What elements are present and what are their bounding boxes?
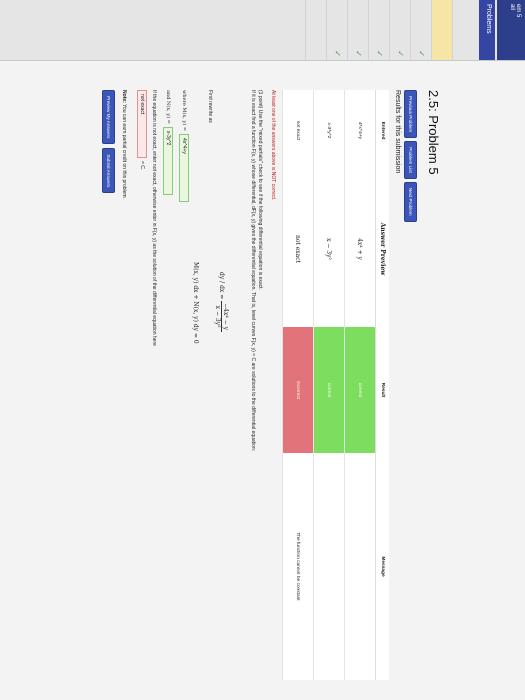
m-answer-row: where M(x, y) = 4x^4+y	[179, 90, 189, 203]
sidebar-item[interactable]: ✓	[389, 0, 410, 60]
preview-cell: not exact	[282, 171, 314, 327]
entered-cell: not exact	[282, 90, 314, 171]
webwork-page: em 5 ail Problems ✓ ✓ ✓ ✓ ✓ 2.5: Problem…	[0, 0, 525, 700]
result-correct: correct	[344, 327, 376, 453]
submit-answers-button[interactable]: Submit Answers	[102, 148, 115, 194]
equals-c: = C.	[139, 161, 145, 171]
f-answer-row: not exact = C.	[137, 90, 147, 170]
results-heading: Results for this submission	[394, 90, 401, 174]
sidebar-problems-heading: Problems	[479, 0, 495, 60]
n-answer-input[interactable]: x-3y^2	[163, 126, 173, 195]
check-icon: ✓	[417, 50, 426, 57]
warning-text: At least one of the answers above is NOT…	[270, 90, 276, 201]
exact-instructions: If the equation is not exact, enter not …	[151, 90, 157, 346]
entered-cell: x-3*y^2	[313, 90, 345, 171]
eqn-denominator: x − 3y²	[214, 305, 221, 328]
main-content: 2.5: Problem 5 Previous Problem Problem …	[0, 62, 525, 700]
n-answer-row: and N(x, y) = x-3y^2	[163, 90, 173, 195]
col-message: Message	[375, 453, 389, 680]
eqn-fraction: −4x⁴ − y x − 3y²	[214, 301, 229, 333]
message-cell	[344, 453, 376, 680]
differential-equation: dy / dx = −4x⁴ − y x − 3y²	[214, 272, 229, 333]
sidebar-item[interactable]: ✓	[347, 0, 368, 60]
check-icon: ✓	[375, 50, 384, 57]
page-title: 2.5: Problem 5	[426, 90, 441, 175]
results-table: Entered Answer Preview Result Message 4*…	[282, 90, 389, 680]
message-cell	[313, 453, 345, 680]
problem-nav: Previous Problem Problem List Next Probl…	[404, 90, 417, 222]
result-correct: correct	[313, 327, 345, 453]
note-label: Note:	[121, 90, 127, 103]
f-answer-input[interactable]: not exact	[137, 90, 147, 158]
problem-intro: (1 point) Use the "mixed partials" check…	[257, 90, 263, 290]
problem-statement: (1 point) Use the "mixed partials" check…	[249, 90, 263, 670]
n-label: and N(x, y) =	[165, 90, 171, 124]
note-text: You can earn partial credit on this prob…	[121, 104, 127, 199]
m-answer-input[interactable]: 4x^4+y	[179, 134, 189, 203]
result-incorrect: incorrect	[282, 327, 314, 453]
sidebar-item-current[interactable]	[431, 0, 452, 60]
sidebar-item[interactable]: ✓	[410, 0, 431, 60]
next-problem-button[interactable]: Next Problem	[404, 181, 417, 222]
previous-problem-button[interactable]: Previous Problem	[404, 90, 417, 139]
screen-photo-frame: em 5 ail Problems ✓ ✓ ✓ ✓ ✓ 2.5: Problem…	[0, 0, 525, 700]
table-row: 4*x^4+y 4x⁴ + y correct	[344, 90, 376, 680]
col-entered: Entered	[375, 90, 389, 171]
sidebar: em 5 ail Problems ✓ ✓ ✓ ✓ ✓	[0, 0, 525, 61]
sidebar-item[interactable]: ✓	[368, 0, 389, 60]
entered-cell: 4*x^4+y	[344, 90, 376, 171]
problem-instructions: If it is exact find a function F(x, y) w…	[250, 90, 256, 452]
problem-list-button[interactable]: Problem List	[404, 141, 417, 179]
table-row: not exact not exact incorrect The functi…	[282, 90, 314, 680]
message-cell: The function cannot be constant	[282, 453, 314, 680]
sidebar-breadcrumb-text: em 5	[515, 4, 521, 18]
sidebar-item[interactable]: ✓	[326, 0, 347, 60]
preview-answers-button[interactable]: Preview My Answers	[102, 90, 115, 145]
rewritten-equation: M(x, y) dx + N(x, y) dy = 0	[192, 262, 199, 344]
preview-cell: x − 3y²	[313, 171, 345, 327]
sidebar-problem-list: ✓ ✓ ✓ ✓ ✓	[305, 0, 473, 60]
check-icon: ✓	[396, 50, 405, 57]
sidebar-item[interactable]	[452, 0, 473, 60]
sidebar-item[interactable]	[305, 0, 326, 60]
m-label: where M(x, y) =	[181, 90, 187, 132]
preview-cell: 4x⁴ + y	[344, 171, 376, 327]
col-answer-preview: Answer Preview	[375, 171, 389, 327]
sidebar-breadcrumb[interactable]: em 5 ail	[497, 0, 525, 60]
col-result: Result	[375, 327, 389, 453]
check-icon: ✓	[354, 50, 363, 57]
check-icon: ✓	[333, 50, 342, 57]
eqn-lhs: dy / dx =	[218, 272, 225, 300]
table-row: x-3*y^2 x − 3y² correct	[313, 90, 345, 680]
eqn-numerator: −4x⁴ − y	[221, 301, 229, 333]
note: Note: You can earn partial credit on thi…	[121, 90, 127, 199]
submit-buttons: Preview My Answers Submit Answers	[102, 90, 115, 194]
first-rewrite-label: First rewrite as	[207, 90, 213, 123]
